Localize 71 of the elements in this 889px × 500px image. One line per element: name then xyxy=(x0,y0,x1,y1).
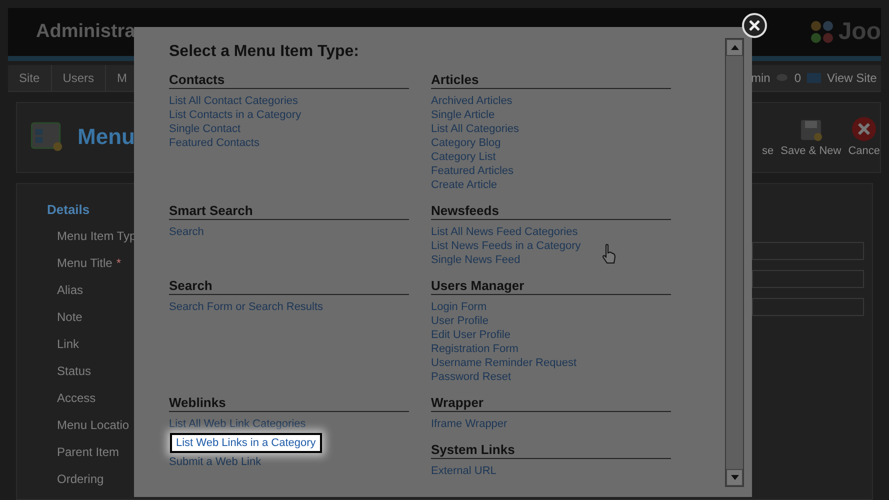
menu-type-link[interactable]: Search Form or Search Results xyxy=(169,300,324,314)
menu-type-link[interactable]: Archived Articles xyxy=(431,94,512,108)
menu-type-link[interactable]: User Profile xyxy=(431,314,488,328)
section-heading: Search xyxy=(169,278,409,295)
field-label: Note xyxy=(57,310,84,326)
menu-type-link[interactable]: Submit a Web Link xyxy=(169,455,262,469)
field-label: Menu Locatio xyxy=(57,418,130,434)
down-arrow-icon xyxy=(730,475,738,480)
scrollbar[interactable] xyxy=(725,38,744,487)
field-label: Parent Item xyxy=(57,445,120,461)
menu-type-link[interactable]: Featured Articles xyxy=(431,164,514,178)
scroll-up-button[interactable] xyxy=(726,39,743,56)
toolbar-button[interactable]: Cance xyxy=(848,117,880,158)
menu-type-link[interactable]: Registration Form xyxy=(431,342,518,356)
menu-type-link[interactable]: Single News Feed xyxy=(431,253,520,267)
menu-type-link[interactable]: List All News Feed Categories xyxy=(431,225,578,239)
menu-type-link[interactable]: List All Contact Categories xyxy=(169,94,298,108)
menu-type-link[interactable]: Featured Contacts xyxy=(169,136,260,150)
field-label: Status xyxy=(57,364,92,380)
menu-type-link[interactable]: Username Reminder Request xyxy=(431,356,577,370)
menu-type-link[interactable]: Create Article xyxy=(431,178,498,192)
toolbar-button[interactable]: Save & New xyxy=(780,119,842,158)
hand-pointer-icon xyxy=(602,244,616,264)
menu-type-link[interactable]: List Web Links in a Category xyxy=(170,433,322,453)
menu-type-link[interactable]: Iframe Wrapper xyxy=(431,417,508,431)
toolbar-button[interactable]: se xyxy=(762,145,774,158)
dialog-title: Select a Menu Item Type: xyxy=(169,43,360,61)
field-label: Access xyxy=(57,391,97,407)
up-arrow-icon xyxy=(730,45,738,50)
field-label: Alias xyxy=(57,283,84,299)
menu-type-link[interactable]: Single Contact xyxy=(169,122,241,136)
input-field[interactable] xyxy=(752,270,864,288)
menu-type-link[interactable]: Login Form xyxy=(431,300,487,314)
monitor-icon xyxy=(807,72,822,83)
menu-type-link[interactable]: Single Article xyxy=(431,108,495,122)
section-heading: Users Manager xyxy=(431,278,671,295)
section-heading: Articles xyxy=(431,72,671,89)
field-label: Link xyxy=(57,337,80,353)
nav-item[interactable]: Site xyxy=(8,64,52,91)
menu-type-link[interactable]: List Contacts in a Category xyxy=(169,108,302,122)
header-title: Administra xyxy=(35,20,134,43)
field-label: Menu Title * xyxy=(57,256,122,272)
menu-type-link[interactable]: Category Blog xyxy=(431,136,501,150)
section-heading: Weblinks xyxy=(169,395,409,412)
view-site-link[interactable]: View Site xyxy=(827,70,877,85)
section-heading: Contacts xyxy=(169,72,409,89)
required-asterisk: * xyxy=(116,256,122,270)
section-heading: Newsfeeds xyxy=(431,203,671,220)
section-heading: Wrapper xyxy=(431,395,671,412)
menu-type-link[interactable]: List News Feeds in a Category xyxy=(431,239,581,253)
flower-logo-icon xyxy=(809,18,836,45)
field-label: Ordering xyxy=(57,472,105,488)
section-heading: Smart Search xyxy=(169,203,409,220)
visitor-count: 0 xyxy=(794,70,802,85)
fieldset-legend: Details xyxy=(47,202,135,217)
nav-item[interactable]: Users xyxy=(52,64,106,91)
page-title: Menu xyxy=(78,124,135,150)
menu-type-link[interactable]: Category List xyxy=(431,150,496,164)
user-label: min xyxy=(751,70,770,85)
input-field[interactable] xyxy=(752,298,864,316)
scroll-down-button[interactable] xyxy=(726,469,743,486)
menu-type-link[interactable]: Search xyxy=(169,225,204,239)
cancel-icon xyxy=(852,117,876,142)
menu-type-link[interactable]: Edit User Profile xyxy=(431,328,510,342)
menu-type-link[interactable]: External URL xyxy=(431,464,496,478)
menu-type-link[interactable]: List All Categories xyxy=(431,122,520,136)
close-icon xyxy=(749,20,760,31)
section-heading: System Links xyxy=(431,442,671,459)
menu-type-link[interactable]: List All Web Link Categories xyxy=(169,417,306,431)
input-field[interactable] xyxy=(752,242,864,260)
menu-type-link[interactable]: Password Reset xyxy=(431,370,512,384)
